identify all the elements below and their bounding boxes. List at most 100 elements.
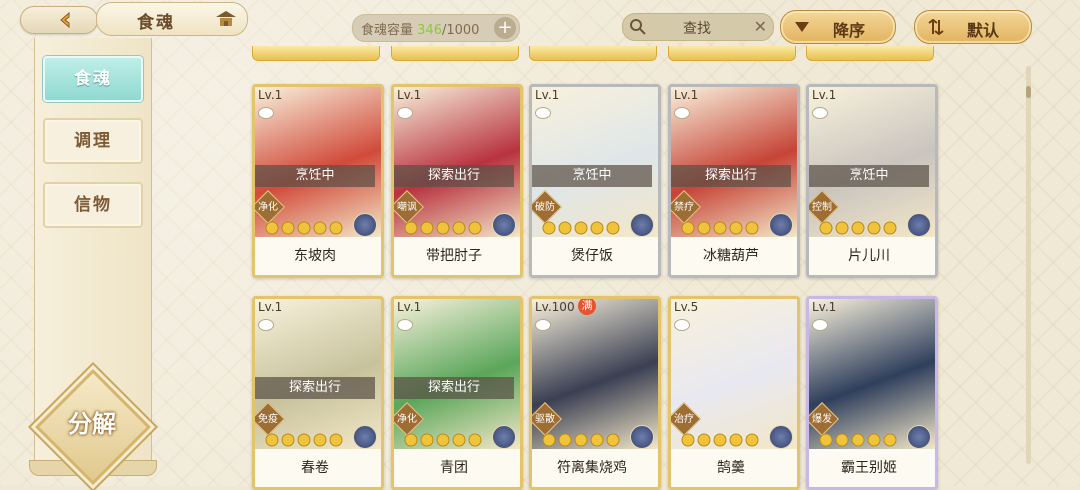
star-icon <box>713 221 727 235</box>
sort-default-button[interactable]: 默认 <box>914 10 1032 44</box>
element-flower-icon <box>630 425 654 449</box>
search-field[interactable]: 查找 ✕ <box>622 13 774 41</box>
food-soul-card[interactable]: Lv.1 探索出行嘲讽带把肘子 <box>391 84 523 278</box>
card-name: 片儿川 <box>809 241 929 275</box>
food-soul-card[interactable]: Lv.1 烹饪中控制片儿川 <box>806 84 938 278</box>
star-icon <box>729 433 743 447</box>
star-rating <box>681 433 759 447</box>
max-level-badge: 满 <box>578 299 596 315</box>
star-icon <box>819 433 833 447</box>
card-name: 鹄羹 <box>671 453 791 487</box>
sort-default-label: 默认 <box>967 21 1000 40</box>
star-icon <box>281 221 295 235</box>
sort-order-label: 降序 <box>833 21 866 40</box>
element-flower-icon <box>907 213 931 237</box>
food-soul-card[interactable]: Lv.5 治疗 鹄羹 <box>668 296 800 490</box>
role-tag-label: 净化 <box>397 414 417 425</box>
star-icon <box>404 221 418 235</box>
star-icon <box>851 221 865 235</box>
capacity-indicator: 食魂容量 346/1000 + <box>352 14 520 42</box>
star-rating <box>404 221 482 235</box>
lock-badge-icon <box>258 107 274 119</box>
star-icon <box>468 221 482 235</box>
food-soul-card[interactable]: Lv.1 爆发 霸王别姬 <box>806 296 938 490</box>
clear-icon[interactable]: ✕ <box>754 17 767 36</box>
page-title: 食魂 <box>137 13 175 33</box>
star-icon <box>297 221 311 235</box>
star-icon <box>745 433 759 447</box>
card-status: 烹饪中 <box>809 165 929 187</box>
food-soul-card[interactable]: Lv.1 探索出行 净化 青团 <box>391 296 523 490</box>
star-icon <box>420 433 434 447</box>
element-flower-icon <box>492 213 516 237</box>
card-level: Lv.1 <box>535 88 560 102</box>
star-icon <box>867 221 881 235</box>
capacity-current: 346 <box>417 23 442 38</box>
star-icon <box>697 433 711 447</box>
star-rating <box>265 433 343 447</box>
card-level: Lv.1 <box>397 300 422 314</box>
card-name: 煲仔饭 <box>532 241 652 275</box>
card-name: 东坡肉 <box>255 241 375 275</box>
sort-order-button[interactable]: 降序 <box>780 10 896 44</box>
back-button[interactable] <box>20 6 98 34</box>
sort-down-icon <box>795 22 809 32</box>
element-flower-icon <box>630 213 654 237</box>
element-flower-icon <box>492 425 516 449</box>
card-level: Lv.1 <box>397 88 422 102</box>
star-icon <box>313 221 327 235</box>
card-name: 冰糖葫芦 <box>671 241 791 275</box>
star-icon <box>329 221 343 235</box>
capacity-max: /1000 <box>441 23 480 38</box>
lock-badge-icon <box>535 107 551 119</box>
card-status: 探索出行 <box>394 165 514 187</box>
lock-badge-icon <box>674 107 690 119</box>
back-arrow-icon <box>60 11 70 29</box>
role-tag-label: 爆发 <box>812 414 832 425</box>
element-flower-icon <box>353 213 377 237</box>
star-icon <box>265 433 279 447</box>
card-status: 烹饪中 <box>532 165 652 187</box>
star-icon <box>606 433 620 447</box>
element-flower-icon <box>769 213 793 237</box>
star-icon <box>420 221 434 235</box>
role-tag-label: 净化 <box>258 202 278 213</box>
expand-capacity-button[interactable]: + <box>494 17 516 39</box>
star-icon <box>835 221 849 235</box>
star-icon <box>436 433 450 447</box>
star-icon <box>329 433 343 447</box>
food-soul-card[interactable]: Lv.1 探索出行 禁疗 冰糖葫芦 <box>668 84 800 278</box>
tab-conditioning[interactable]: 调理 <box>43 118 143 164</box>
star-icon <box>697 221 711 235</box>
scrollbar[interactable] <box>1026 66 1031 464</box>
food-soul-card[interactable]: Lv.100 满驱散 符离集烧鸡 <box>529 296 661 490</box>
scrolled-card-edge <box>529 46 657 61</box>
star-icon <box>452 221 466 235</box>
card-name: 带把肘子 <box>394 241 514 275</box>
star-icon <box>819 221 833 235</box>
food-soul-card[interactable]: Lv.1 探索出行 免疫 春卷 <box>252 296 384 490</box>
lock-badge-icon <box>812 319 828 331</box>
scrolled-card-edge <box>668 46 796 61</box>
role-tag-label: 控制 <box>812 202 832 213</box>
tab-keepsake[interactable]: 信物 <box>43 182 143 228</box>
card-status: 烹饪中 <box>255 165 375 187</box>
star-icon <box>574 221 588 235</box>
scrolled-card-edge <box>806 46 934 61</box>
food-soul-card[interactable]: Lv.1 烹饪中 破防 煲仔饭 <box>529 84 661 278</box>
card-level: Lv.1 <box>812 88 837 102</box>
star-icon <box>745 221 759 235</box>
star-icon <box>835 433 849 447</box>
role-tag-label: 嘲讽 <box>397 202 417 213</box>
star-rating <box>542 433 620 447</box>
temple-emblem-icon <box>216 11 236 26</box>
card-status: 探索出行 <box>394 377 514 399</box>
star-rating <box>404 433 482 447</box>
scrolled-card-edge <box>391 46 519 61</box>
tab-food-soul[interactable]: 食魂 <box>43 56 143 102</box>
star-icon <box>452 433 466 447</box>
scrollbar-thumb[interactable] <box>1026 86 1031 98</box>
food-soul-card[interactable]: Lv.1 烹饪中 净化 东坡肉 <box>252 84 384 278</box>
role-tag-label: 免疫 <box>258 414 278 425</box>
card-level: Lv.1 <box>674 88 699 102</box>
